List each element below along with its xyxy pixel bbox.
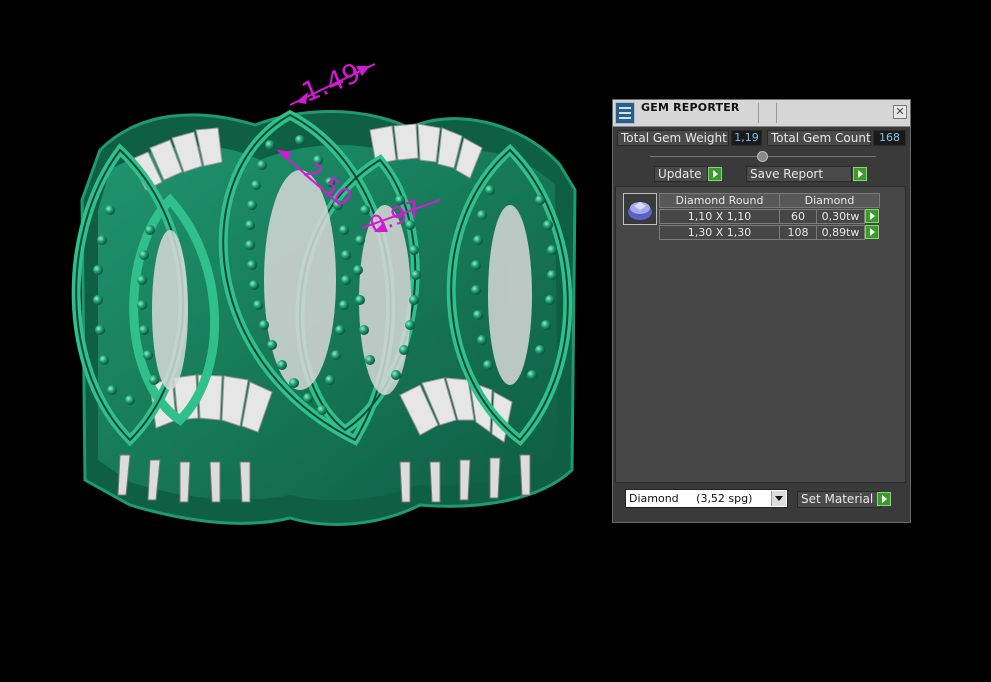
- dimension-label-1: 1.49: [298, 58, 365, 109]
- table-header-diamond-round: Diamond Round: [659, 193, 780, 208]
- set-material-play-icon[interactable]: [877, 492, 891, 506]
- table-cell-weight: 0,89tw: [816, 225, 865, 240]
- material-select[interactable]: Diamond (3,52 spg): [625, 489, 788, 508]
- update-play-icon[interactable]: [708, 167, 722, 181]
- gem-list: Diamond Round Diamond 1,10 X 1,10 60 0,3…: [615, 186, 906, 483]
- gem-reporter-panel: GEM REPORTER ✕ Total Gem Weight 1,19 Tot…: [612, 99, 911, 523]
- save-report-play-icon[interactable]: [853, 167, 867, 181]
- total-gem-count-value: 168: [873, 130, 906, 146]
- table-cell-weight: 0,30tw: [816, 209, 865, 224]
- gem-thumbnail[interactable]: [623, 193, 657, 225]
- total-gem-weight-label: Total Gem Weight: [617, 130, 729, 146]
- title-separator: [776, 103, 777, 123]
- title-bar[interactable]: GEM REPORTER ✕: [613, 100, 910, 127]
- total-gem-weight-value: 1,19: [731, 130, 762, 146]
- slider-knob[interactable]: [757, 151, 768, 162]
- material-select-value: Diamond (3,52 spg): [629, 492, 753, 505]
- save-report-button[interactable]: Save Report: [746, 166, 852, 182]
- table-cell-count: 60: [779, 209, 817, 224]
- table-header-diamond: Diamond: [779, 193, 880, 208]
- set-material-button[interactable]: Set Material: [797, 491, 881, 508]
- dropdown-arrow-icon[interactable]: [771, 491, 786, 506]
- update-button[interactable]: Update: [654, 166, 708, 182]
- close-icon[interactable]: ✕: [893, 105, 907, 119]
- 3d-viewport[interactable]: 1.49 2.50 0.97: [0, 0, 600, 600]
- app-icon: [615, 102, 635, 124]
- panel-title: GEM REPORTER: [641, 101, 740, 114]
- row-play-icon[interactable]: [865, 225, 879, 239]
- title-separator: [758, 103, 759, 123]
- table-cell-size: 1,10 X 1,10: [659, 209, 780, 224]
- total-gem-count-label: Total Gem Count: [767, 130, 871, 146]
- row-play-icon[interactable]: [865, 209, 879, 223]
- table-cell-size: 1,30 X 1,30: [659, 225, 780, 240]
- table-cell-count: 108: [779, 225, 817, 240]
